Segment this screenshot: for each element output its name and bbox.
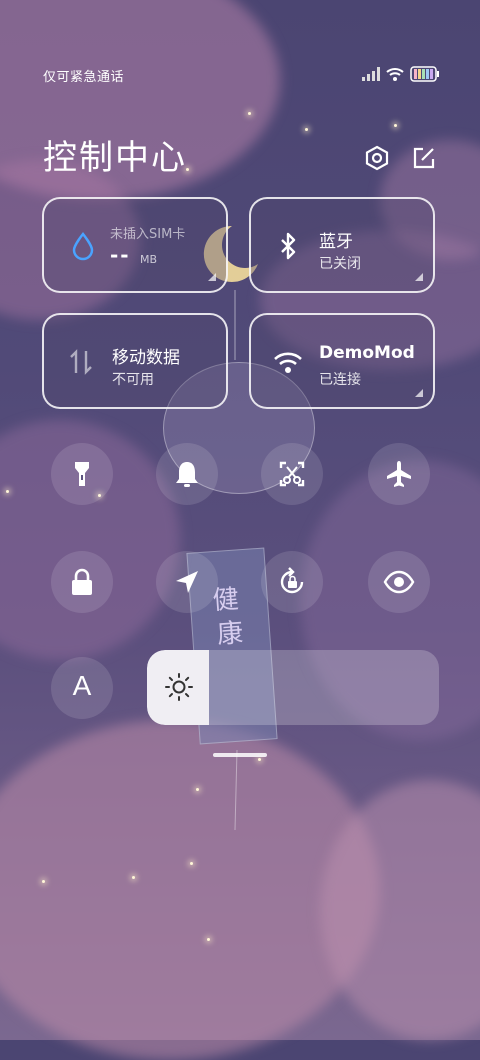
reading-mode-toggle[interactable]: [368, 551, 430, 613]
rotation-lock-icon: [280, 567, 304, 594]
data-usage-tile[interactable]: 未插入SIM卡 -- MB: [42, 197, 228, 293]
sim-status-label: 未插入SIM卡: [110, 227, 186, 242]
location-icon: [176, 571, 198, 593]
bluetooth-icon: [281, 232, 296, 260]
page-title: 控制中心: [43, 138, 187, 178]
wifi-status: 已连接: [319, 372, 361, 388]
mobile-data-status: 不可用: [112, 372, 154, 388]
wifi-icon: [274, 352, 302, 373]
expand-corner-icon: [415, 273, 423, 281]
flashlight-toggle[interactable]: [51, 443, 113, 505]
screenshot-toggle[interactable]: [261, 443, 323, 505]
mobile-data-label: 移动数据: [112, 348, 180, 368]
screenshot-icon: [279, 461, 305, 487]
bluetooth-label: 蓝牙: [319, 232, 353, 252]
gear-hexagon-icon: [365, 145, 389, 171]
edit-button[interactable]: [411, 145, 437, 171]
lock-icon: [72, 568, 92, 595]
bell-icon: [176, 462, 198, 487]
mobile-data-tile[interactable]: 移动数据 不可用: [42, 313, 228, 409]
wifi-tile[interactable]: DemoMod 已连接: [249, 313, 435, 409]
flashlight-icon: [75, 462, 89, 486]
mobile-data-icon: [70, 349, 92, 375]
lock-screen-toggle[interactable]: [51, 551, 113, 613]
bluetooth-status: 已关闭: [319, 256, 361, 272]
bluetooth-tile[interactable]: 蓝牙 已关闭: [249, 197, 435, 293]
expand-corner-icon: [208, 273, 216, 281]
font-size-icon: A: [72, 670, 92, 701]
expand-corner-icon: [415, 389, 423, 397]
data-usage-value: --: [110, 243, 131, 267]
wifi-icon: [386, 68, 404, 81]
wifi-network-name: DemoMod: [319, 343, 415, 363]
eye-icon: [383, 570, 415, 594]
silent-toggle[interactable]: [156, 443, 218, 505]
status-bar: 仅可紧急通话: [43, 66, 440, 86]
airplane-toggle[interactable]: [368, 443, 430, 505]
settings-button[interactable]: [364, 145, 390, 171]
location-toggle[interactable]: [156, 551, 218, 613]
sun-icon: [165, 673, 193, 701]
signal-icon: [362, 67, 380, 81]
airplane-icon: [387, 461, 411, 487]
carrier-text: 仅可紧急通话: [43, 70, 125, 85]
data-usage-unit: MB: [140, 253, 158, 266]
rotation-lock-toggle[interactable]: [261, 551, 323, 613]
battery-icon: [410, 66, 439, 82]
string-decoration: [234, 290, 238, 830]
drag-handle[interactable]: [213, 753, 267, 757]
edit-icon: [413, 147, 435, 169]
drop-icon: [72, 232, 94, 261]
font-size-button[interactable]: A: [51, 657, 113, 719]
brightness-slider[interactable]: [147, 650, 439, 725]
